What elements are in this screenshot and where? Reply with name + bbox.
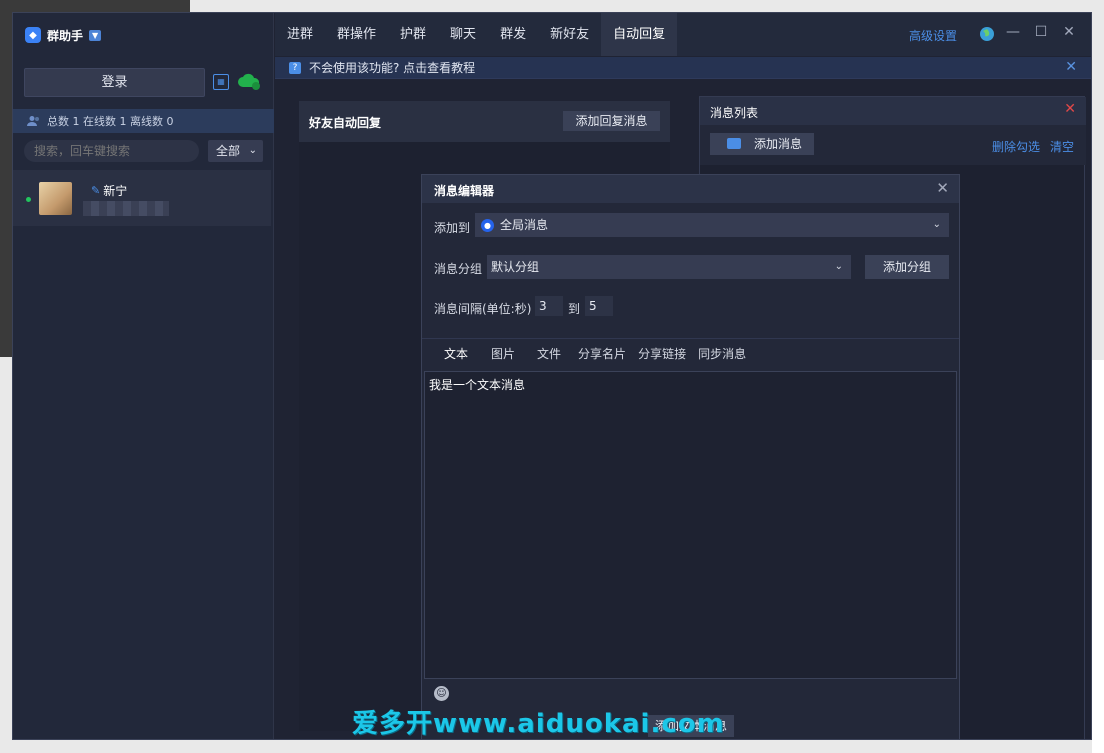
global-message-icon: ●: [481, 219, 494, 232]
emoji-icon[interactable]: ☺: [434, 686, 449, 701]
contact-name-text: 新宁: [103, 184, 128, 198]
tab-image[interactable]: 图片: [480, 339, 526, 370]
login-button[interactable]: 登录: [24, 68, 205, 97]
auto-reply-title: 好友自动回复: [309, 116, 382, 130]
tab-group-ops[interactable]: 群操作: [325, 13, 388, 56]
tab-guard-group[interactable]: 护群: [388, 13, 438, 56]
globe-icon[interactable]: [979, 26, 995, 42]
message-editor-title: 消息编辑器: [434, 184, 495, 198]
add-to-select[interactable]: ● 全局消息 ⌄: [475, 213, 949, 237]
message-text-input[interactable]: 我是一个文本消息: [424, 371, 957, 679]
contact-item[interactable]: ✎ 新宁: [13, 170, 271, 226]
message-list-header: 消息列表 ✕: [700, 97, 1086, 125]
message-list-toolbar: 添加消息 删除勾选 清空: [700, 125, 1086, 165]
message-list-title: 消息列表: [710, 106, 759, 120]
tab-join-group[interactable]: 进群: [275, 13, 325, 56]
chevron-down-icon: ⌄: [932, 219, 941, 230]
app-logo-icon: ◆: [25, 27, 41, 43]
add-group-button[interactable]: 添加分组: [865, 255, 949, 279]
chevron-down-icon[interactable]: ▼: [89, 29, 102, 41]
nav-tabs: 进群 群操作 护群 聊天 群发 新好友 自动回复: [275, 13, 678, 56]
interval-label: 消息间隔(单位:秒): [434, 302, 532, 316]
chevron-down-icon: ⌄: [248, 145, 257, 156]
tab-auto-reply[interactable]: 自动回复: [601, 13, 678, 56]
stats-bar: 总数 1 在线数 1 离线数 0: [13, 109, 274, 133]
message-editor-header: 消息编辑器 ✕: [422, 175, 959, 203]
notice-bar[interactable]: ? 不会使用该功能? 点击查看教程 ✕: [275, 57, 1091, 79]
add-to-value: 全局消息: [500, 218, 549, 232]
add-message-button[interactable]: 添加消息: [710, 133, 814, 155]
message-type-tabs: 文本 图片 文件 分享名片 分享链接 同步消息: [422, 338, 959, 370]
tab-share-card[interactable]: 分享名片: [572, 339, 632, 370]
tab-chat[interactable]: 聊天: [438, 13, 488, 56]
app-window: ◆ 群助手 ▼ 登录 ▦ 总数 1 在线数 1 离线数 0 全部 ⌄ ✎: [12, 12, 1092, 740]
close-icon[interactable]: ✕: [1065, 59, 1077, 75]
desktop-background: [0, 12, 12, 357]
group-select[interactable]: 默认分组 ⌄: [487, 255, 851, 279]
auto-reply-header: 好友自动回复 添加回复消息: [299, 101, 670, 142]
tab-share-link[interactable]: 分享链接: [632, 339, 692, 370]
minimize-icon[interactable]: —: [1003, 24, 1023, 40]
contact-id-redacted: [83, 201, 169, 216]
interval-to-label: 到: [568, 302, 581, 316]
filter-select[interactable]: 全部 ⌄: [208, 140, 263, 162]
stats-text: 总数 1 在线数 1 离线数 0: [47, 115, 174, 128]
filter-value: 全部: [216, 144, 241, 158]
tab-broadcast[interactable]: 群发: [488, 13, 538, 56]
chevron-down-icon: ⌄: [834, 261, 843, 272]
app-title: 群助手: [47, 28, 84, 43]
close-icon[interactable]: ✕: [936, 179, 949, 197]
chat-icon: [727, 138, 741, 149]
advanced-settings-link[interactable]: 高级设置: [909, 27, 957, 44]
online-status-dot: [26, 197, 31, 202]
close-icon[interactable]: ✕: [1064, 101, 1076, 117]
contact-name: ✎ 新宁: [91, 182, 127, 199]
notice-text[interactable]: 不会使用该功能? 点击查看教程: [309, 59, 475, 76]
watermark: 爱多开www.aiduokai.com: [352, 709, 725, 739]
avatar: [39, 182, 72, 215]
interval-from-input[interactable]: [535, 296, 563, 316]
tab-text[interactable]: 文本: [432, 339, 480, 370]
sidebar: ◆ 群助手 ▼ 登录 ▦ 总数 1 在线数 1 离线数 0 全部 ⌄ ✎: [13, 13, 274, 739]
desktop-background: [1092, 360, 1104, 753]
interval-to-input[interactable]: [585, 296, 613, 316]
qr-code-icon[interactable]: ▦: [213, 74, 229, 90]
clear-button[interactable]: 清空: [1050, 138, 1074, 155]
add-message-label: 添加消息: [754, 137, 803, 151]
tab-new-friends[interactable]: 新好友: [538, 13, 601, 56]
help-icon: ?: [289, 61, 301, 74]
cloud-icon[interactable]: [237, 71, 261, 91]
close-icon[interactable]: ✕: [1059, 24, 1079, 40]
group-label: 消息分组: [434, 262, 483, 276]
delete-checked-button[interactable]: 删除勾选: [992, 138, 1040, 155]
group-value: 默认分组: [491, 260, 540, 274]
add-to-label: 添加到: [434, 221, 471, 235]
tab-sync-message[interactable]: 同步消息: [692, 339, 752, 370]
desktop-background: [0, 0, 190, 12]
edit-icon[interactable]: ✎: [91, 184, 100, 197]
maximize-icon[interactable]: ☐: [1031, 24, 1051, 40]
top-nav: 进群 群操作 护群 聊天 群发 新好友 自动回复 高级设置 — ☐ ✕: [275, 13, 1091, 56]
add-reply-button[interactable]: 添加回复消息: [563, 111, 660, 131]
tab-file[interactable]: 文件: [526, 339, 572, 370]
search-input[interactable]: [24, 140, 199, 162]
users-icon: [27, 116, 39, 126]
brand[interactable]: ◆ 群助手 ▼: [25, 25, 102, 45]
message-editor-dialog: 消息编辑器 ✕ 添加到 ● 全局消息 ⌄ 消息分组 默认分组 ⌄ 添加分组 消息间…: [421, 174, 960, 739]
